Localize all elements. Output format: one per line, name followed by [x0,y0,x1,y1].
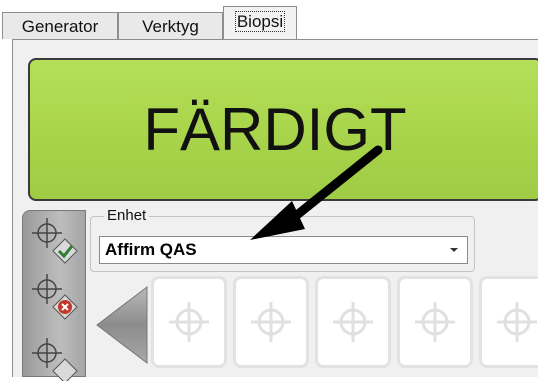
target-slot-1[interactable] [151,276,227,368]
crosshair-icon [333,302,373,342]
target-slot-4[interactable] [397,276,473,368]
tab-verktyg[interactable]: Verktyg [118,12,223,39]
target-x-icon [32,274,78,320]
crosshair-icon [415,302,455,342]
target-slot-3[interactable] [315,276,391,368]
device-select[interactable]: Affirm QAS [99,236,468,264]
status-text: FÄRDIGT [143,96,407,163]
target-button[interactable] [27,329,83,384]
device-select-value: Affirm QAS [105,240,197,259]
tab-generator[interactable]: Generator [2,12,118,39]
target-icon [32,338,78,384]
accept-target-button[interactable] [27,213,83,265]
target-slot-5[interactable] [479,276,538,368]
tab-biopsi[interactable]: Biopsi [223,6,297,40]
crosshair-icon [497,302,537,342]
target-toolbar [22,210,86,384]
delete-target-button[interactable] [27,269,83,321]
target-slot-2[interactable] [233,276,309,368]
scroll-left-arrow-icon[interactable] [95,285,151,365]
crosshair-icon [169,302,209,342]
device-group-label: Enhet [104,207,150,224]
chevron-down-icon [450,248,458,252]
crosshair-icon [251,302,291,342]
tab-bar: Generator Verktyg Biopsi [0,0,538,40]
status-display: FÄRDIGT [28,58,538,201]
target-check-icon [32,218,78,264]
